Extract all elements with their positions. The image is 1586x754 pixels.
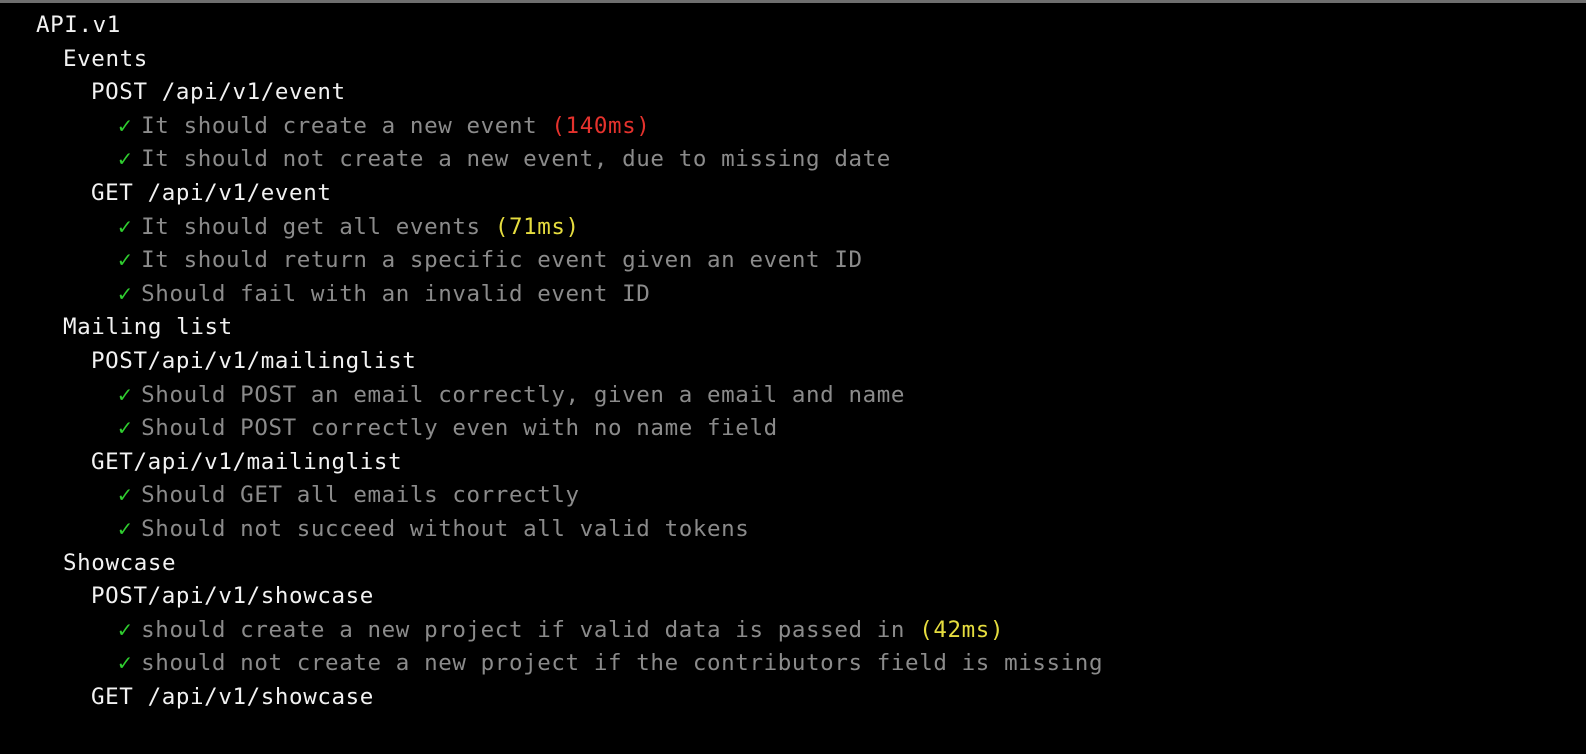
test-result-line: ✓ It should create a new event (140ms) xyxy=(0,110,1586,144)
test-title: It should not create a new event, due to… xyxy=(141,146,891,173)
suite-title: Events xyxy=(63,45,148,72)
test-result-line: ✓ should create a new project if valid da… xyxy=(0,614,1586,648)
suite-title: Mailing list xyxy=(63,314,233,341)
root-suite-title: API.v1 xyxy=(36,12,121,38)
test-result-line: ✓ Should POST an email correctly, given a… xyxy=(0,379,1586,413)
test-duration: (42ms) xyxy=(905,616,1005,643)
pass-check-icon: ✓ xyxy=(118,415,133,442)
endpoint-group-title: POST/api/v1/showcase xyxy=(91,583,374,610)
pass-check-icon: ✓ xyxy=(118,381,133,408)
pass-check-icon: ✓ xyxy=(118,616,133,643)
test-title: should not create a new project if the c… xyxy=(141,650,1104,677)
endpoint-group-title: GET /api/v1/event xyxy=(91,179,332,206)
test-title: Should GET all emails correctly xyxy=(141,482,580,509)
test-duration: (140ms) xyxy=(537,112,651,139)
test-result-line: ✓ should not create a new project if the … xyxy=(0,647,1586,681)
pass-check-icon: ✓ xyxy=(118,515,133,542)
test-result-line: ✓ Should fail with an invalid event ID xyxy=(0,278,1586,312)
test-title: It should create a new event xyxy=(141,112,538,139)
test-result-line: ✓ Should POST correctly even with no name… xyxy=(0,412,1586,446)
pass-check-icon: ✓ xyxy=(118,213,133,240)
pass-check-icon: ✓ xyxy=(118,112,133,139)
endpoint-group-title: POST/api/v1/mailinglist xyxy=(91,347,417,374)
pass-check-icon: ✓ xyxy=(118,482,133,509)
test-result-line: ✓ It should get all events (71ms) xyxy=(0,211,1586,245)
endpoint-group-title: GET/api/v1/mailinglist xyxy=(91,448,403,475)
pass-check-icon: ✓ xyxy=(118,280,133,307)
test-title: Should POST correctly even with no name … xyxy=(141,415,778,442)
endpoint-group-title: POST /api/v1/event xyxy=(91,79,346,106)
suite-list: Events POST /api/v1/event ✓ It should creat… xyxy=(0,43,1586,715)
test-title: It should return a specific event given … xyxy=(141,247,863,274)
pass-check-icon: ✓ xyxy=(118,247,133,274)
pass-check-icon: ✓ xyxy=(118,146,133,173)
pass-check-icon: ✓ xyxy=(118,650,133,677)
test-title: Should fail with an invalid event ID xyxy=(141,280,651,307)
test-duration: (71ms) xyxy=(480,213,580,240)
test-result-line: ✓ It should return a specific event given… xyxy=(0,244,1586,278)
test-result-line: ✓ It should not create a new event, due t… xyxy=(0,143,1586,177)
test-title: should create a new project if valid dat… xyxy=(141,616,906,643)
test-result-line: ✓ Should not succeed without all valid to… xyxy=(0,513,1586,547)
test-title: It should get all events xyxy=(141,213,481,240)
endpoint-group-title: GET /api/v1/showcase xyxy=(91,683,374,710)
test-result-line: ✓ Should GET all emails correctly xyxy=(0,479,1586,513)
test-title: Should not succeed without all valid tok… xyxy=(141,515,750,542)
test-title: Should POST an email correctly, given a … xyxy=(141,381,906,408)
suite-title: Showcase xyxy=(63,549,177,576)
terminal-output: API.v1 Events POST /api/v1/event ✓ It shoul… xyxy=(0,9,1586,714)
